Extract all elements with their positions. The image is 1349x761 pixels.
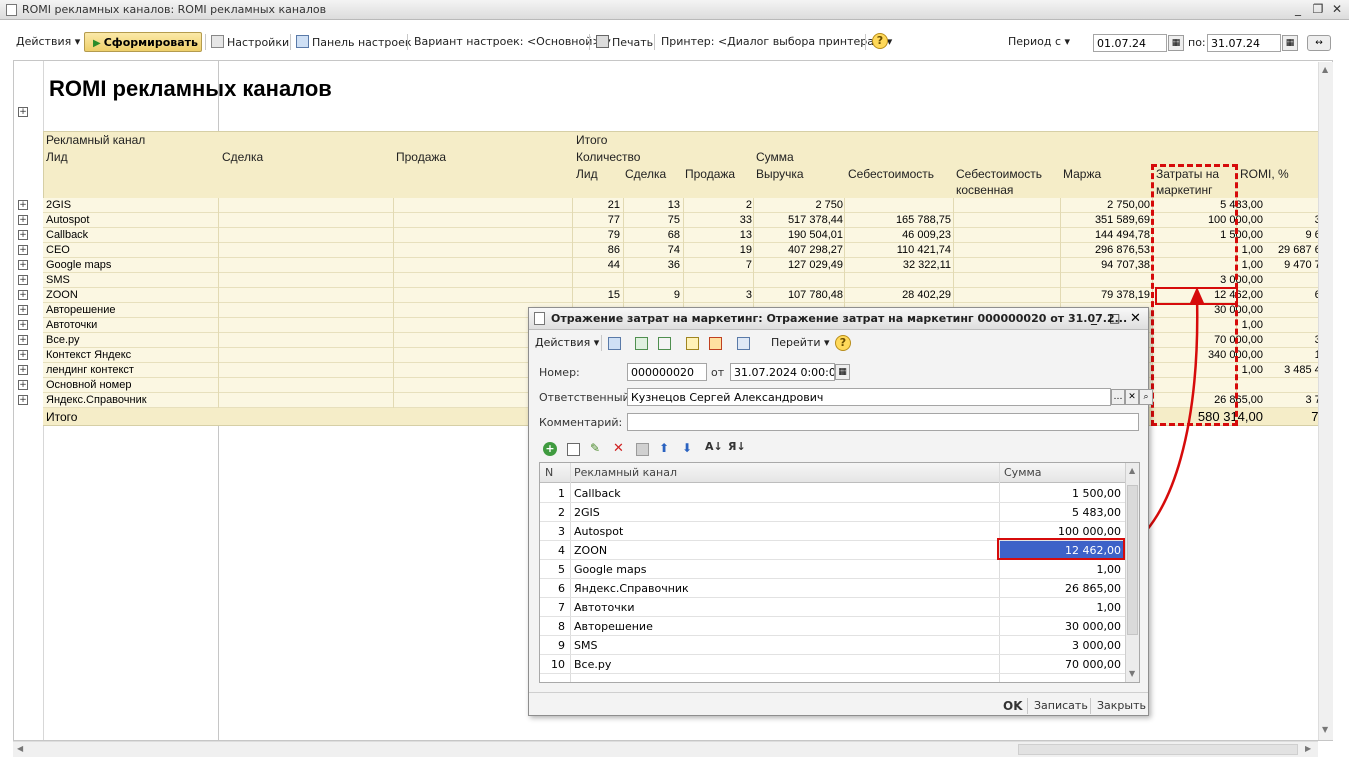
table-row[interactable]: 2 2GIS 5 483,00 — [540, 503, 1125, 522]
dialog-calendar-icon[interactable]: ▦ — [835, 364, 850, 380]
table-row[interactable]: 10 Все.ру 70 000,00 — [540, 655, 1125, 674]
table-row[interactable]: 1 Callback 1 500,00 — [540, 484, 1125, 503]
add-row-icon[interactable]: + — [543, 442, 557, 456]
dialog-document-icon — [534, 312, 545, 325]
row-number: 2 — [558, 506, 565, 519]
dialog-titlebar: Отражение затрат на маркетинг: Отражение… — [529, 308, 1148, 330]
responsible-input[interactable]: Кузнецов Сергей Александрович — [627, 388, 1111, 406]
row-number: 6 — [558, 582, 565, 595]
table-row[interactable]: 9 SMS 3 000,00 — [540, 636, 1125, 655]
row-number: 4 — [558, 544, 565, 557]
row-channel-cell[interactable]: Все.ру — [574, 658, 611, 671]
table-row[interactable]: 8 Авторешение 30 000,00 — [540, 617, 1125, 636]
row-number: 10 — [551, 658, 565, 671]
table-scrollbar[interactable]: ▲ ▼ — [1125, 463, 1139, 682]
number-label: Номер: — [539, 366, 580, 379]
number-input[interactable]: 000000020 — [627, 363, 707, 381]
clear-responsible-icon[interactable]: ✕ — [1125, 389, 1139, 405]
row-sum-cell[interactable]: 3 000,00 — [1000, 639, 1121, 652]
cost-table: N Рекламный канал Сумма 1 Callback 1 500,0… — [539, 462, 1140, 683]
comment-label: Комментарий: — [539, 416, 623, 429]
comment-input[interactable] — [627, 413, 1139, 431]
sort-descending-icon[interactable]: Я↓ — [728, 440, 746, 453]
post-and-close-icon[interactable] — [608, 337, 621, 350]
row-number: 3 — [558, 525, 565, 538]
table-row[interactable]: 5 Google maps 1,00 — [540, 560, 1125, 579]
save-button[interactable]: Записать — [1034, 699, 1088, 712]
refresh-icon[interactable] — [635, 337, 648, 350]
dialog-footer: OK Записать Закрыть — [529, 692, 1148, 716]
row-sum-cell[interactable]: 100 000,00 — [1000, 525, 1121, 538]
row-sum-cell[interactable]: 1,00 — [1000, 563, 1122, 576]
sort-ascending-icon[interactable]: A↓ — [705, 440, 723, 453]
dialog-actions-menu[interactable]: Действия ▾ — [535, 336, 599, 349]
delete-row-icon[interactable]: ✕ — [613, 441, 624, 456]
row-channel-cell[interactable]: Autospot — [574, 525, 623, 538]
table-row[interactable]: 7 Автоточки 1,00 — [540, 598, 1125, 617]
dialog-toolbar: Действия ▾ Перейти ▾ ? — [529, 332, 1148, 354]
dialog-title: Отражение затрат на маркетинг: Отражение… — [551, 312, 1128, 325]
row-channel-cell[interactable]: Callback — [574, 487, 621, 500]
marketing-cost-dialog: Отражение затрат на маркетинг: Отражение… — [528, 307, 1153, 716]
row-channel-cell[interactable]: 2GIS — [574, 506, 600, 519]
row-sum-cell[interactable]: 1,00 — [1000, 601, 1122, 614]
row-sum-cell[interactable]: 1 500,00 — [1000, 487, 1121, 500]
row-number: 7 — [558, 601, 565, 614]
unpost-document-icon[interactable] — [709, 337, 722, 350]
goto-menu[interactable]: Перейти ▾ — [771, 336, 830, 349]
zoon-sum-highlight — [997, 538, 1125, 560]
row-channel-cell[interactable]: SMS — [574, 639, 597, 652]
dialog-help-icon[interactable]: ? — [835, 335, 851, 351]
dialog-maximize-icon[interactable]: □ — [1109, 311, 1120, 325]
dialog-minimize-icon[interactable]: _ — [1091, 311, 1097, 325]
dialog-close-icon[interactable]: ✕ — [1130, 311, 1141, 326]
open-responsible-icon[interactable]: ⌕ — [1139, 389, 1153, 405]
row-number: 9 — [558, 639, 565, 652]
row-number: 5 — [558, 563, 565, 576]
date-input[interactable]: 31.07.2024 0:00:00 — [730, 363, 835, 381]
row-channel-cell[interactable]: Автоточки — [574, 601, 635, 614]
col-n-header[interactable]: N — [545, 466, 553, 479]
copy-row-icon[interactable] — [567, 443, 580, 456]
date-from-label: от — [711, 366, 725, 379]
copy-document-icon[interactable] — [658, 337, 671, 350]
edit-row-icon[interactable]: ✎ — [590, 441, 600, 455]
cost-table-header: N Рекламный канал Сумма — [540, 463, 1125, 483]
responsible-label: Ответственный: — [539, 391, 634, 404]
row-channel-cell[interactable]: Google maps — [574, 563, 646, 576]
close-button[interactable]: Закрыть — [1097, 699, 1146, 712]
row-sum-cell[interactable]: 30 000,00 — [1000, 620, 1121, 633]
row-sum-cell[interactable]: 70 000,00 — [1000, 658, 1121, 671]
row-number: 1 — [558, 487, 565, 500]
col-channel-header[interactable]: Рекламный канал — [574, 466, 677, 479]
row-number: 8 — [558, 620, 565, 633]
move-down-icon[interactable]: ⬇ — [682, 441, 692, 455]
ok-button[interactable]: OK — [1003, 699, 1023, 713]
row-sum-cell[interactable]: 5 483,00 — [1000, 506, 1121, 519]
generate-based-on-icon[interactable] — [737, 337, 750, 350]
row-channel-cell[interactable]: ZOON — [574, 544, 607, 557]
table-row[interactable]: 6 Яндекс.Справочник 26 865,00 — [540, 579, 1125, 598]
row-sum-cell[interactable]: 26 865,00 — [1000, 582, 1121, 595]
end-edit-icon[interactable] — [636, 443, 649, 456]
row-channel-cell[interactable]: Яндекс.Справочник — [574, 582, 689, 595]
select-responsible-icon[interactable]: … — [1111, 389, 1125, 405]
col-sum-header[interactable]: Сумма — [1004, 466, 1042, 479]
post-document-icon[interactable] — [686, 337, 699, 350]
move-up-icon[interactable]: ⬆ — [659, 441, 669, 455]
row-channel-cell[interactable]: Авторешение — [574, 620, 653, 633]
